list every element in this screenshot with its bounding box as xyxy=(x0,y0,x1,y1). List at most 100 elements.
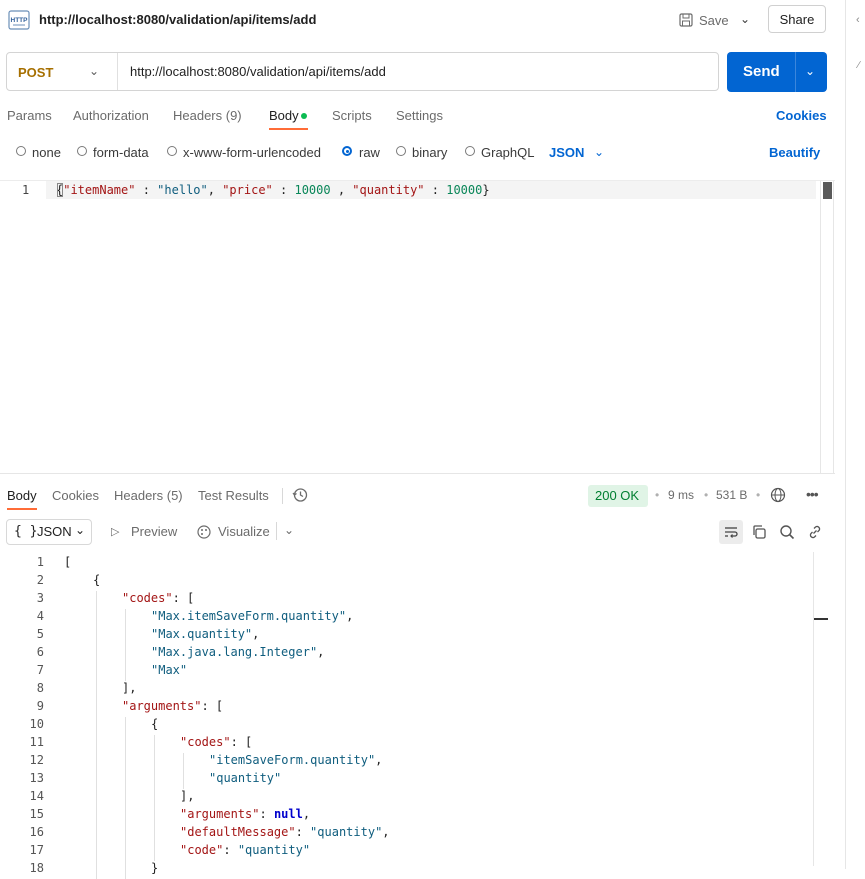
code-token: 10000 xyxy=(294,183,331,197)
bracket-match-highlight xyxy=(57,183,63,197)
radio-label-x-www-form-urlencoded[interactable]: x-www-form-urlencoded xyxy=(183,145,321,160)
copy-icon[interactable] xyxy=(751,524,767,540)
radio-label-binary[interactable]: binary xyxy=(412,145,447,160)
tab-body[interactable]: Body xyxy=(269,108,299,123)
tab-settings[interactable]: Settings xyxy=(396,108,443,123)
preview-play-icon[interactable]: ▷ xyxy=(111,525,119,538)
indent-guide xyxy=(96,681,97,699)
method-chevron-icon[interactable]: ⌄ xyxy=(89,64,99,78)
code-token: : xyxy=(223,843,238,857)
request-body-editor[interactable]: {"itemName" : "hello", "price" : 10000 ,… xyxy=(56,183,490,197)
tab-params[interactable]: Params xyxy=(7,108,52,123)
response-code-line: "itemSaveForm.quantity", xyxy=(209,753,382,767)
indent-guide xyxy=(154,735,155,753)
send-label[interactable]: Send xyxy=(743,63,780,80)
response-tab-test-results[interactable]: Test Results xyxy=(198,488,269,503)
tab-headers[interactable]: Headers (9) xyxy=(173,108,242,123)
code-token: , xyxy=(252,627,260,641)
indent-guide xyxy=(96,825,97,843)
response-code-line: { xyxy=(93,573,100,587)
response-scrollbar-marker[interactable] xyxy=(814,618,828,620)
code-token: , xyxy=(207,183,223,197)
code-token: : xyxy=(135,183,158,197)
radio-binary[interactable] xyxy=(396,146,406,156)
url-input[interactable] xyxy=(124,58,721,85)
response-format-label[interactable]: JSON xyxy=(37,524,72,539)
code-token: } xyxy=(151,861,159,875)
editor-scrollbar-thumb[interactable] xyxy=(823,182,832,199)
response-scrollbar[interactable] xyxy=(813,552,814,866)
code-token: "hello" xyxy=(157,183,208,197)
beautify-button[interactable]: Beautify xyxy=(769,145,820,160)
method-divider xyxy=(117,53,118,90)
history-icon[interactable] xyxy=(292,487,308,503)
indent-guide xyxy=(96,735,97,753)
radio-label-form-data[interactable]: form-data xyxy=(93,145,149,160)
link-icon[interactable] xyxy=(807,524,823,540)
response-line-number: 2 xyxy=(36,573,44,587)
collapse-panel-icon[interactable]: ‹ xyxy=(856,14,860,26)
radio-raw[interactable] xyxy=(342,146,352,156)
response-tab-cookies[interactable]: Cookies xyxy=(52,488,99,503)
code-token: ], xyxy=(180,789,195,803)
radio-label-none[interactable]: none xyxy=(32,145,61,160)
more-options-icon[interactable]: ••• xyxy=(806,486,819,502)
indent-guide xyxy=(154,825,155,843)
save-options-chevron-icon[interactable]: ⌄ xyxy=(740,12,750,26)
side-panel-icon[interactable]: ∕ xyxy=(858,60,860,71)
response-time[interactable]: 9 ms xyxy=(668,488,694,502)
radio-none[interactable] xyxy=(16,146,26,156)
save-button[interactable]: Save xyxy=(679,10,729,30)
response-line-number: 18 xyxy=(29,861,44,875)
body-format-chevron-icon[interactable]: ⌄ xyxy=(594,145,604,159)
indent-guide xyxy=(96,771,97,789)
wrap-lines-icon[interactable] xyxy=(723,524,739,540)
response-format-chevron-icon[interactable]: ⌄ xyxy=(75,523,85,537)
indent-guide xyxy=(125,609,126,627)
method-select[interactable]: POST xyxy=(18,65,53,80)
response-tab-headers[interactable]: Headers (5) xyxy=(114,488,183,503)
response-line-number: 5 xyxy=(36,627,44,641)
visualize-button[interactable]: Visualize xyxy=(218,524,270,539)
visualize-chevron-icon[interactable]: ⌄ xyxy=(284,523,294,537)
tab-scripts[interactable]: Scripts xyxy=(332,108,372,123)
send-options-chevron-icon[interactable]: ⌄ xyxy=(805,64,815,78)
response-size[interactable]: 531 B xyxy=(716,488,747,502)
code-token: "codes" xyxy=(122,591,173,605)
indent-guide xyxy=(96,645,97,663)
indent-guide xyxy=(96,807,97,825)
status-code[interactable]: 200 OK xyxy=(595,488,639,503)
visualize-icon[interactable] xyxy=(196,524,212,540)
code-token: : xyxy=(272,183,295,197)
code-token: , xyxy=(302,807,311,821)
indent-guide xyxy=(183,771,184,789)
share-button[interactable]: Share xyxy=(768,5,826,33)
indent-guide xyxy=(125,663,126,681)
save-label: Save xyxy=(699,12,729,28)
radio-label-graphql[interactable]: GraphQL xyxy=(481,145,534,160)
request-title[interactable]: http://localhost:8080/validation/api/ite… xyxy=(39,12,316,27)
response-code-line: "quantity" xyxy=(209,771,281,785)
search-icon[interactable] xyxy=(779,524,795,540)
indent-guide xyxy=(125,789,126,807)
response-line-number: 9 xyxy=(36,699,44,713)
code-token: ], xyxy=(122,681,137,695)
radio-label-raw[interactable]: raw xyxy=(359,145,380,160)
radio-x-www-form-urlencoded[interactable] xyxy=(167,146,177,156)
cookies-link[interactable]: Cookies xyxy=(776,108,827,123)
radio-graphql[interactable] xyxy=(465,146,475,156)
response-line-number: 4 xyxy=(36,609,44,623)
response-line-number: 12 xyxy=(29,753,44,767)
body-format-select[interactable]: JSON xyxy=(549,145,584,160)
tab-authorization[interactable]: Authorization xyxy=(73,108,149,123)
response-code-line: "code": "quantity" xyxy=(180,843,310,857)
radio-form-data[interactable] xyxy=(77,146,87,156)
code-token: "itemSaveForm.quantity" xyxy=(209,753,376,767)
response-tab-body[interactable]: Body xyxy=(7,488,37,503)
code-token: "defaultMessage" xyxy=(180,825,296,839)
code-token: { xyxy=(93,573,101,587)
indent-guide xyxy=(96,663,97,681)
globe-icon[interactable] xyxy=(770,487,786,503)
editor-scrollbar[interactable] xyxy=(820,181,834,473)
preview-button[interactable]: Preview xyxy=(131,524,177,539)
